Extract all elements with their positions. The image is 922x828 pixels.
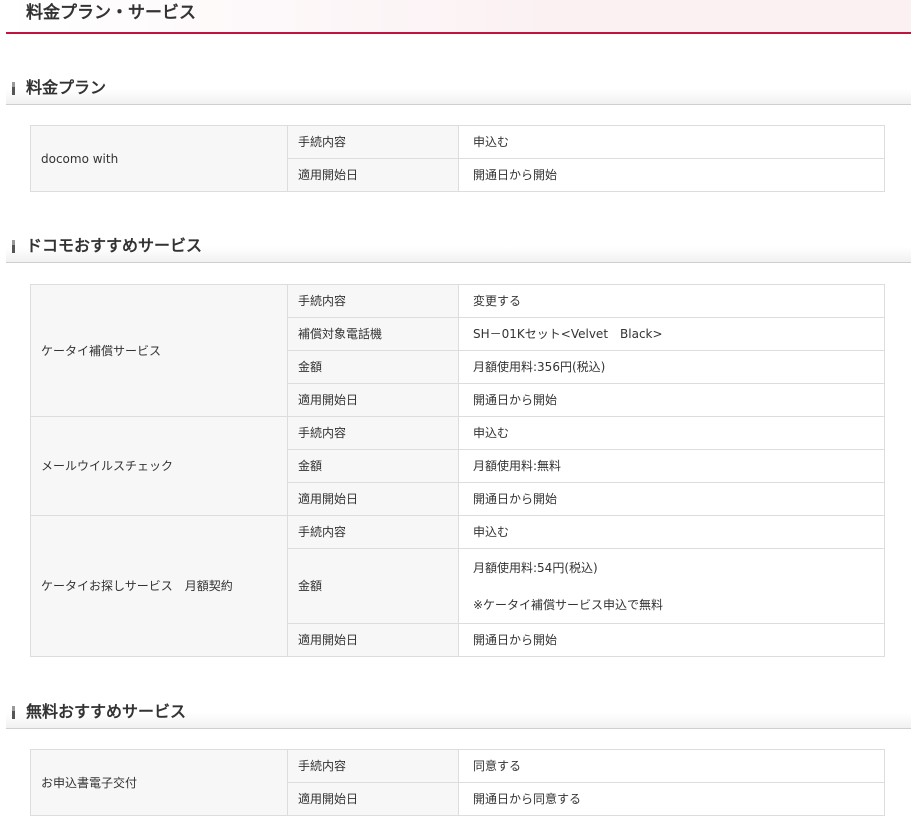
item-label: 金額 bbox=[287, 350, 459, 384]
table-row: ケータイ補償サービス 手続内容 変更する bbox=[30, 284, 885, 417]
item-value: 申込む bbox=[458, 125, 885, 159]
item-label: 手続内容 bbox=[287, 515, 459, 549]
item-value: SH－01Kセット<Velvet Black> bbox=[458, 317, 885, 351]
item-value: 開通日から開始 bbox=[458, 383, 885, 417]
item-value: 開通日から開始 bbox=[458, 623, 885, 657]
service-name: ケータイ補償サービス bbox=[30, 284, 288, 417]
table-row: メールウイルスチェック 手続内容 申込む bbox=[30, 416, 885, 516]
item-value: 申込む bbox=[458, 515, 885, 549]
item-label: 補償対象電話機 bbox=[287, 317, 459, 351]
item-value: 同意する bbox=[458, 749, 885, 783]
table-row: ケータイお探しサービス 月額契約 手続内容 申込む bbox=[30, 515, 885, 657]
service-name: ケータイお探しサービス 月額契約 bbox=[30, 515, 288, 657]
plan-table: docomo with 手続内容 申込む 適用開始日 開通日から開始 bbox=[30, 125, 885, 192]
item-label: 金額 bbox=[287, 548, 459, 624]
item-label: 手続内容 bbox=[287, 125, 459, 159]
item-value: 月額使用料:54円(税込) bbox=[473, 560, 598, 575]
item-value: 月額使用料:356円(税込) bbox=[458, 350, 885, 384]
item-value: 開通日から開始 bbox=[458, 158, 885, 192]
service-name: メールウイルスチェック bbox=[30, 416, 288, 516]
item-value: 開通日から同意する bbox=[458, 782, 885, 816]
page-title: 料金プラン・サービス bbox=[26, 3, 196, 23]
item-note: ※ケータイ補償サービス申込で無料 bbox=[473, 597, 664, 612]
page-header: 料金プラン・サービス bbox=[6, 0, 911, 34]
item-value: 月額使用料:無料 bbox=[458, 449, 885, 483]
item-label: 適用開始日 bbox=[287, 782, 459, 816]
section-heading-docomo-recommended: ドコモおすすめサービス bbox=[6, 232, 911, 263]
table-row: docomo with 手続内容 申込む bbox=[30, 125, 885, 192]
heading-marker-icon bbox=[12, 82, 15, 95]
recommended-services-table: ケータイ補償サービス 手続内容 変更する 補償対象電話機 SH－01Kセット<V… bbox=[30, 284, 885, 657]
item-label: 適用開始日 bbox=[287, 158, 459, 192]
section-title: 料金プラン bbox=[26, 78, 107, 97]
item-label: 金額 bbox=[287, 449, 459, 483]
section-heading-plan: 料金プラン bbox=[6, 74, 911, 105]
service-name: お申込書電子交付 bbox=[30, 749, 288, 816]
item-label: 適用開始日 bbox=[287, 383, 459, 417]
item-label: 手続内容 bbox=[287, 416, 459, 450]
item-label: 手続内容 bbox=[287, 749, 459, 783]
item-value: 変更する bbox=[458, 284, 885, 318]
free-services-table: お申込書電子交付 手続内容 同意する 適用開始日 開通日から同意する bbox=[30, 749, 885, 816]
item-label: 手続内容 bbox=[287, 284, 459, 318]
heading-marker-icon bbox=[12, 240, 15, 253]
section-title: ドコモおすすめサービス bbox=[26, 236, 203, 255]
table-row: お申込書電子交付 手続内容 同意する bbox=[30, 749, 885, 816]
item-value-with-note: 月額使用料:54円(税込) ※ケータイ補償サービス申込で無料 bbox=[458, 548, 885, 624]
item-label: 適用開始日 bbox=[287, 623, 459, 657]
item-value: 申込む bbox=[458, 416, 885, 450]
section-heading-free-recommended: 無料おすすめサービス bbox=[6, 698, 911, 729]
heading-marker-icon bbox=[12, 706, 15, 719]
section-title: 無料おすすめサービス bbox=[26, 702, 187, 721]
item-value: 開通日から開始 bbox=[458, 482, 885, 516]
item-label: 適用開始日 bbox=[287, 482, 459, 516]
service-name: docomo with bbox=[30, 125, 288, 192]
